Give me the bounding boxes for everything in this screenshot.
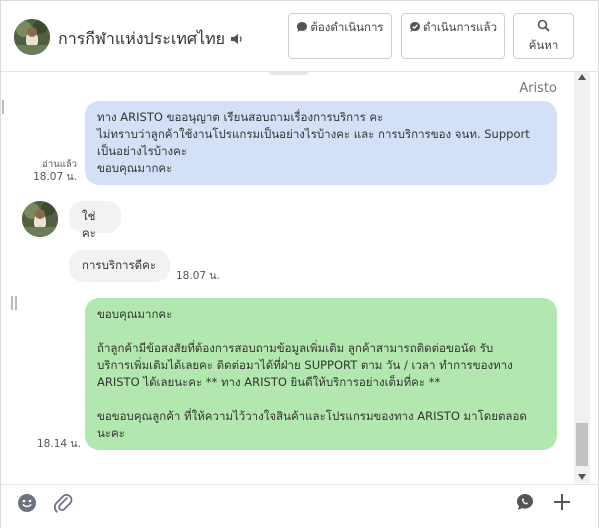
chat-window: การกีฬาแห่งประเทศไทย ต้องดำเนินการ ดำเนิ… bbox=[0, 0, 599, 528]
message-time: 18.07 น. bbox=[176, 270, 220, 282]
message-line: บริการเพิ่มเติมได้เลยคะ ติดต่อมาได้ที่ฝ่… bbox=[97, 358, 513, 372]
search-label: ค้นหา bbox=[528, 38, 559, 52]
chat-header: การกีฬาแห่งประเทศไทย ต้องดำเนินการ ดำเนิ… bbox=[1, 1, 598, 72]
plus-icon[interactable] bbox=[553, 493, 571, 515]
speaker-icon[interactable] bbox=[230, 30, 244, 49]
date-divider bbox=[268, 72, 310, 75]
needs-action-button[interactable]: ต้องดำเนินการ bbox=[288, 13, 392, 59]
message-line: ARISTO ได้เลยนะคะ ** ทาง ARISTO ยินดีให้… bbox=[97, 375, 441, 389]
message-line: ขอขอบคุณลูกค้า ที่ให้ความไว้วางใจสินค้าแ… bbox=[97, 409, 527, 423]
resize-handle[interactable] bbox=[2, 100, 4, 114]
done-label: ดำเนินการแล้ว bbox=[422, 20, 498, 34]
outgoing-message[interactable]: ทาง ARISTO ขออนุญาต เรียนสอบถามเรื่องการ… bbox=[85, 101, 557, 185]
resize-handle[interactable] bbox=[11, 296, 13, 310]
incoming-message[interactable]: การบริการดีคะ bbox=[69, 250, 170, 282]
emoji-icon[interactable] bbox=[17, 493, 37, 517]
speech-bubble-icon bbox=[296, 21, 308, 38]
chat-scrollbar[interactable] bbox=[574, 72, 590, 483]
message-line: ไม่ทราบว่าลูกค้าใช้งานโปรแกรมเป็นอย่างไร… bbox=[97, 127, 530, 141]
chat-title: การกีฬาแห่งประเทศไทย bbox=[58, 29, 226, 48]
message-line: ทาง ARISTO ขออนุญาต เรียนสอบถามเรื่องการ… bbox=[97, 110, 384, 124]
contact-avatar[interactable] bbox=[14, 19, 50, 55]
message-line: เป็นอย่างไรบ้างคะ bbox=[97, 144, 188, 158]
composer-toolbar bbox=[1, 484, 598, 528]
message-line: ขอบคุณมากคะ bbox=[97, 161, 173, 175]
message-time: 18.14 น. bbox=[37, 438, 81, 450]
message-line: ถ้าลูกค้ามีข้อสงสัยที่ต้องการสอบถามข้อมู… bbox=[97, 341, 494, 355]
outgoing-message[interactable]: ขอบคุณมากคะ ถ้าลูกค้ามีข้อสงสัยที่ต้องกา… bbox=[85, 298, 557, 450]
sender-avatar[interactable] bbox=[22, 201, 58, 237]
search-button[interactable]: ค้นหา bbox=[513, 13, 574, 59]
scroll-up-arrow-icon[interactable] bbox=[578, 74, 586, 80]
paperclip-icon[interactable] bbox=[53, 492, 73, 518]
sender-name: Aristo bbox=[519, 81, 557, 96]
needs-action-label: ต้องดำเนินการ bbox=[310, 20, 384, 34]
message-line: นะคะ bbox=[97, 426, 125, 440]
message-text: ใช่คะ bbox=[82, 209, 96, 240]
message-line: ขอบคุณมากคะ bbox=[97, 307, 173, 321]
read-receipt: อ่านแล้ว bbox=[42, 159, 77, 170]
done-button[interactable]: ดำเนินการแล้ว bbox=[401, 13, 505, 59]
message-line bbox=[97, 391, 545, 408]
chat-bubble-icon[interactable] bbox=[516, 493, 534, 515]
message-meta: อ่านแล้ว 18.07 น. bbox=[23, 158, 77, 184]
search-icon bbox=[514, 19, 573, 37]
scrollbar-thumb[interactable] bbox=[576, 423, 588, 466]
message-text: การบริการดีคะ bbox=[82, 258, 157, 272]
scroll-down-arrow-icon[interactable] bbox=[578, 474, 586, 480]
resize-handle[interactable] bbox=[15, 296, 17, 310]
incoming-message[interactable]: ใช่คะ bbox=[69, 201, 121, 240]
chat-check-icon bbox=[409, 21, 421, 38]
message-time: 18.07 น. bbox=[33, 171, 77, 183]
message-line bbox=[97, 323, 545, 340]
message-list[interactable]: Aristo อ่านแล้ว 18.07 น. ทาง ARISTO ขออน… bbox=[1, 72, 573, 483]
